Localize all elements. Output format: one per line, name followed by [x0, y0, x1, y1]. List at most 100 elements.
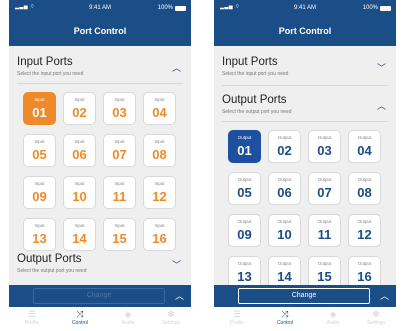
chevron-up-icon[interactable]: ︿	[172, 61, 181, 74]
port-type-label: Output	[277, 261, 292, 266]
screen-input-expanded: ▂▃▅ ⌔ 9:41 AM 100% Port Control Input Po…	[9, 0, 191, 331]
port-type-label: Output	[317, 261, 332, 266]
output-port-tile[interactable]: Output 10	[268, 214, 301, 247]
action-bar: Change ︿	[214, 285, 396, 307]
input-port-grid: Input 01 Input 02 Input 03 Input 04 Input 05 Input…	[23, 92, 176, 251]
port-number: 13	[32, 231, 47, 246]
input-port-tile[interactable]: Input 08	[143, 134, 176, 167]
output-port-tile[interactable]: Output 02	[268, 130, 301, 163]
port-number: 07	[317, 185, 332, 200]
change-button[interactable]: Change	[238, 288, 370, 304]
chevron-up-icon[interactable]: ︿	[380, 289, 389, 302]
output-port-tile[interactable]: Output 07	[308, 172, 341, 205]
tab-control[interactable]: ⤨ Control	[267, 309, 303, 326]
chevron-up-icon[interactable]: ︿	[175, 289, 184, 302]
tab-label: Control	[71, 320, 89, 326]
output-port-tile[interactable]: Output 12	[348, 214, 381, 247]
divider	[222, 121, 388, 122]
port-number: 06	[72, 147, 87, 162]
tab-control[interactable]: ⤨ Control	[62, 309, 98, 326]
shuffle-icon: ⤨	[76, 309, 84, 319]
port-type-label: Input	[114, 97, 125, 102]
port-type-label: Input	[34, 139, 45, 144]
port-number: 08	[152, 147, 167, 162]
output-port-tile[interactable]: Output 04	[348, 130, 381, 163]
chevron-up-icon[interactable]: ︿	[377, 99, 386, 112]
page-title: Port Control	[9, 17, 191, 46]
input-port-tile[interactable]: Input 12	[143, 176, 176, 209]
port-type-label: Output	[237, 261, 252, 266]
output-port-tile[interactable]: Output 03	[308, 130, 341, 163]
port-number: 03	[112, 105, 127, 120]
port-type-label: Output	[237, 219, 252, 224]
port-number: 14	[277, 269, 292, 284]
port-type-label: Output	[317, 219, 332, 224]
input-ports-header[interactable]: Input Ports Select the input port you ne…	[214, 56, 396, 81]
input-port-tile[interactable]: Input 01	[23, 92, 56, 125]
section-subtitle: Select the input port you need	[17, 71, 84, 77]
list-icon: ☰	[27, 309, 37, 319]
input-port-tile[interactable]: Input 09	[23, 176, 56, 209]
port-number: 08	[357, 185, 372, 200]
tab-label: Audio	[326, 320, 340, 326]
tab-profile[interactable]: ☰ Profile	[14, 309, 50, 326]
input-port-tile[interactable]: Input 10	[63, 176, 96, 209]
tab-label: Profile	[24, 320, 40, 326]
input-ports-header[interactable]: Input Ports Select the input port you ne…	[9, 56, 191, 81]
port-type-label: Output	[357, 219, 372, 224]
port-type-label: Output	[237, 177, 252, 182]
output-port-tile[interactable]: Output 08	[348, 172, 381, 205]
input-port-tile[interactable]: Input 11	[103, 176, 136, 209]
port-number: 11	[112, 189, 127, 204]
port-number: 05	[237, 185, 252, 200]
tab-label: Control	[276, 320, 294, 326]
input-port-tile[interactable]: Input 15	[103, 218, 136, 251]
port-number: 11	[317, 227, 332, 242]
input-port-tile[interactable]: Input 16	[143, 218, 176, 251]
input-port-tile[interactable]: Input 14	[63, 218, 96, 251]
tab-audio[interactable]: ◈ Audio	[315, 309, 351, 326]
port-type-label: Input	[154, 139, 165, 144]
input-port-tile[interactable]: Input 04	[143, 92, 176, 125]
port-number: 09	[32, 189, 47, 204]
tab-label: Profile	[229, 320, 245, 326]
port-number: 15	[112, 231, 127, 246]
port-type-label: Input	[154, 97, 165, 102]
input-port-tile[interactable]: Input 05	[23, 134, 56, 167]
port-number: 02	[72, 105, 87, 120]
section-title: Output Ports	[17, 253, 82, 265]
output-ports-header[interactable]: Output Ports Select the output port you …	[9, 253, 191, 278]
output-port-grid: Output 01 Output 02 Output 03 Output 04 Output 05…	[228, 130, 381, 289]
change-button[interactable]: Change	[33, 288, 165, 304]
input-port-tile[interactable]: Input 06	[63, 134, 96, 167]
page-title: Port Control	[214, 17, 396, 46]
tab-profile[interactable]: ☰ Profile	[219, 309, 255, 326]
tab-label: Audio	[121, 320, 135, 326]
tab-label: Settings	[366, 320, 386, 326]
input-port-tile[interactable]: Input 02	[63, 92, 96, 125]
tab-settings[interactable]: ✻ Settings	[358, 309, 394, 326]
tab-audio[interactable]: ◈ Audio	[110, 309, 146, 326]
port-number: 16	[357, 269, 372, 284]
chevron-down-icon[interactable]: ﹀	[377, 61, 386, 74]
port-number: 12	[152, 189, 167, 204]
port-type-label: Input	[74, 139, 85, 144]
divider	[222, 85, 388, 86]
section-title: Input Ports	[222, 56, 278, 68]
tab-settings[interactable]: ✻ Settings	[153, 309, 189, 326]
port-type-label: Input	[34, 223, 45, 228]
output-port-tile[interactable]: Output 05	[228, 172, 261, 205]
output-port-tile[interactable]: Output 01	[228, 130, 261, 163]
chevron-down-icon[interactable]: ﹀	[172, 258, 181, 271]
divider	[17, 83, 183, 84]
port-number: 07	[112, 147, 127, 162]
output-port-tile[interactable]: Output 11	[308, 214, 341, 247]
input-port-tile[interactable]: Input 03	[103, 92, 136, 125]
output-port-tile[interactable]: Output 09	[228, 214, 261, 247]
section-subtitle: Select the input port you need	[222, 71, 289, 77]
input-port-tile[interactable]: Input 13	[23, 218, 56, 251]
output-ports-header[interactable]: Output Ports Select the output port you …	[214, 94, 396, 119]
input-port-tile[interactable]: Input 07	[103, 134, 136, 167]
section-subtitle: Select the output port you need	[17, 268, 87, 274]
output-port-tile[interactable]: Output 06	[268, 172, 301, 205]
